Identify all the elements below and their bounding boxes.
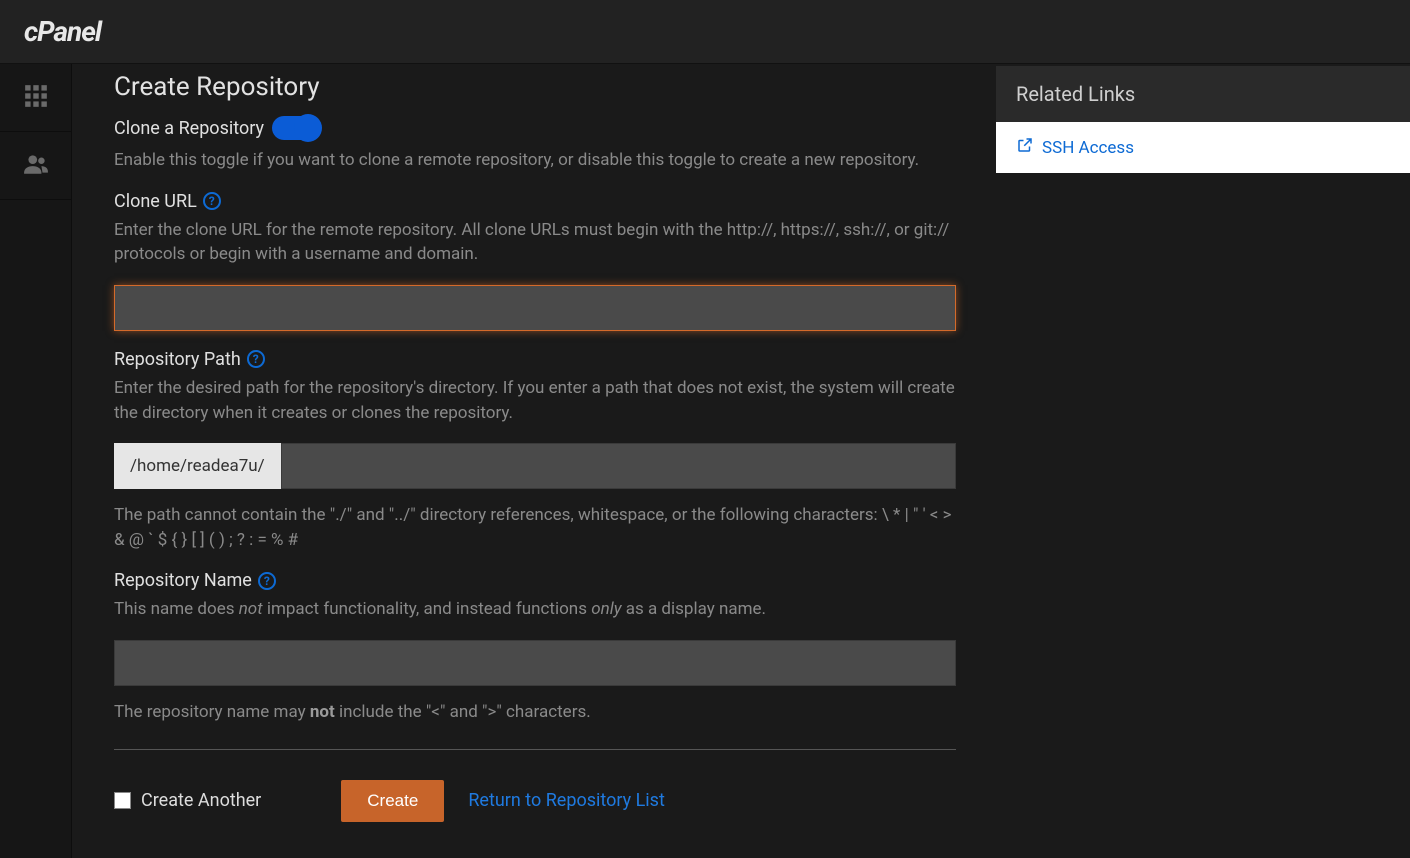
clone-url-input[interactable] — [114, 285, 956, 331]
repo-name-help: This name does not impact functionality,… — [114, 597, 956, 622]
help-icon[interactable]: ? — [203, 192, 221, 210]
clone-toggle-help: Enable this toggle if you want to clone … — [114, 148, 956, 173]
repo-name-input[interactable] — [114, 640, 956, 686]
page-title: Create Repository — [114, 72, 956, 102]
return-link[interactable]: Return to Repository List — [468, 790, 665, 811]
repo-name-help2: The repository name may not include the … — [114, 700, 956, 725]
grid-icon — [23, 83, 49, 113]
repo-name-label: Repository Name — [114, 570, 252, 591]
help-icon[interactable]: ? — [258, 572, 276, 590]
divider — [114, 749, 956, 750]
repo-path-help2: The path cannot contain the "./" and "..… — [114, 503, 956, 552]
clone-toggle-label: Clone a Repository — [114, 118, 264, 139]
cpanel-logo[interactable]: cPanel — [24, 15, 101, 48]
external-link-icon — [1016, 136, 1034, 159]
users-icon — [23, 151, 49, 181]
sidebar — [0, 64, 72, 858]
create-button[interactable]: Create — [341, 780, 444, 822]
clone-url-label: Clone URL — [114, 191, 197, 212]
toggle-knob — [294, 114, 322, 142]
create-another-label: Create Another — [141, 790, 261, 811]
repo-path-input[interactable] — [281, 443, 956, 489]
header: cPanel — [0, 0, 1410, 64]
related-links-header: Related Links — [996, 66, 1410, 122]
repo-path-help: Enter the desired path for the repositor… — [114, 376, 956, 425]
clone-url-help: Enter the clone URL for the remote repos… — [114, 218, 956, 267]
repo-path-label: Repository Path — [114, 349, 241, 370]
create-another-wrap[interactable]: Create Another — [114, 790, 261, 811]
sidebar-item-users[interactable] — [0, 132, 71, 200]
help-icon[interactable]: ? — [247, 350, 265, 368]
clone-toggle[interactable] — [272, 116, 320, 140]
sidebar-item-apps[interactable] — [0, 64, 71, 132]
repo-path-prefix: /home/readea7u/ — [114, 443, 281, 489]
create-another-checkbox[interactable] — [114, 792, 131, 809]
ssh-access-link[interactable]: SSH Access — [996, 122, 1410, 173]
